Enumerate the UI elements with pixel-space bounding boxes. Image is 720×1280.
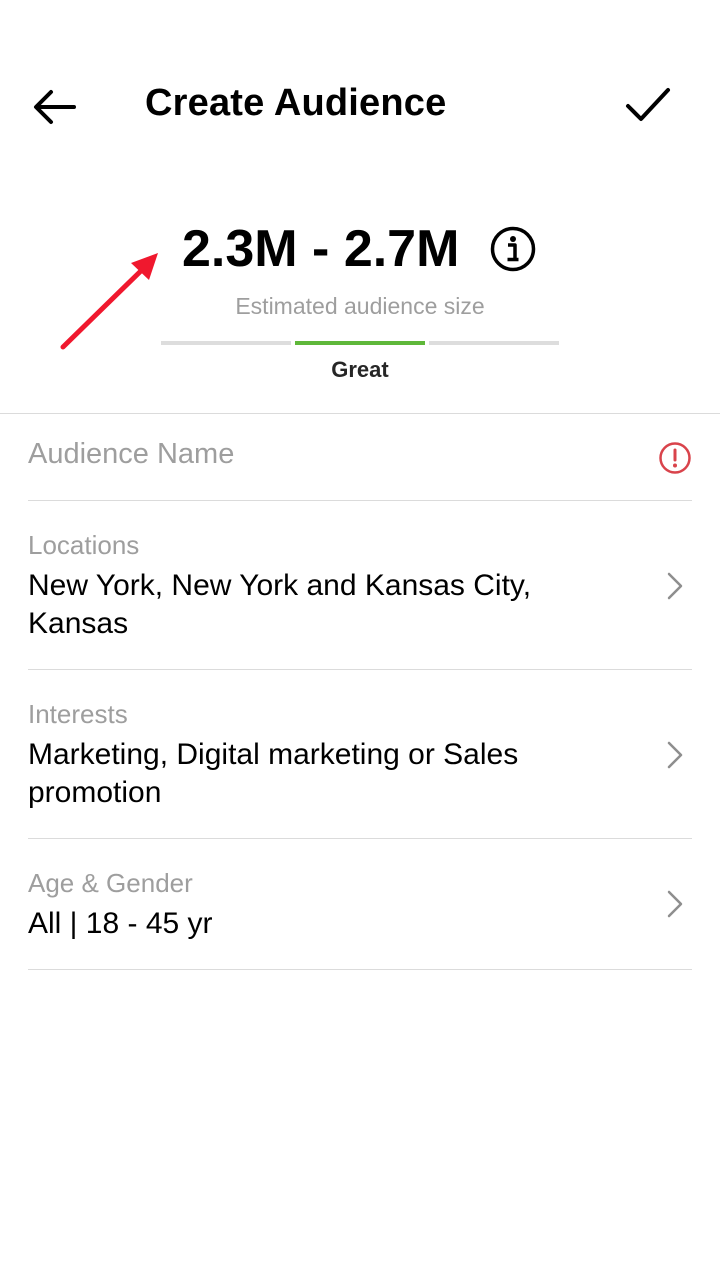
info-circle-icon[interactable] xyxy=(489,225,537,273)
chevron-right-icon xyxy=(667,741,683,769)
alert-circle-icon xyxy=(659,442,691,474)
interests-value: Marketing, Digital marketing or Sales pr… xyxy=(28,738,519,809)
audience-form: Audience Name Locations New York, New Yo… xyxy=(28,414,692,970)
audience-name-placeholder: Audience Name xyxy=(28,438,235,470)
arrow-left-icon xyxy=(34,90,76,124)
red-arrow-annotation xyxy=(60,253,158,350)
meter-segment-active xyxy=(295,341,425,345)
interests-row[interactable]: Interests Marketing, Digital marketing o… xyxy=(28,670,692,839)
top-bar: Create Audience xyxy=(0,60,720,152)
estimated-range: 2.3M - 2.7M xyxy=(182,220,460,278)
page-title: Create Audience xyxy=(145,82,447,124)
meter-segment xyxy=(161,341,291,345)
locations-label: Locations xyxy=(28,530,140,560)
meter-segment xyxy=(429,341,559,345)
age-gender-row[interactable]: Age & Gender All | 18 - 45 yr xyxy=(28,839,692,970)
age-gender-value: All | 18 - 45 yr xyxy=(28,907,213,940)
confirm-button[interactable] xyxy=(620,80,676,130)
audience-quality-meter xyxy=(161,341,559,345)
audience-name-field[interactable]: Audience Name xyxy=(28,414,692,501)
quality-label: Great xyxy=(331,357,389,382)
locations-row[interactable]: Locations New York, New York and Kansas … xyxy=(28,501,692,670)
chevron-right-icon xyxy=(667,572,683,600)
checkmark-icon xyxy=(626,88,670,121)
age-gender-label: Age & Gender xyxy=(28,868,193,898)
back-button[interactable] xyxy=(26,82,86,132)
chevron-right-icon xyxy=(667,890,683,918)
locations-value: New York, New York and Kansas City, Kans… xyxy=(28,569,532,640)
interests-label: Interests xyxy=(28,699,128,729)
